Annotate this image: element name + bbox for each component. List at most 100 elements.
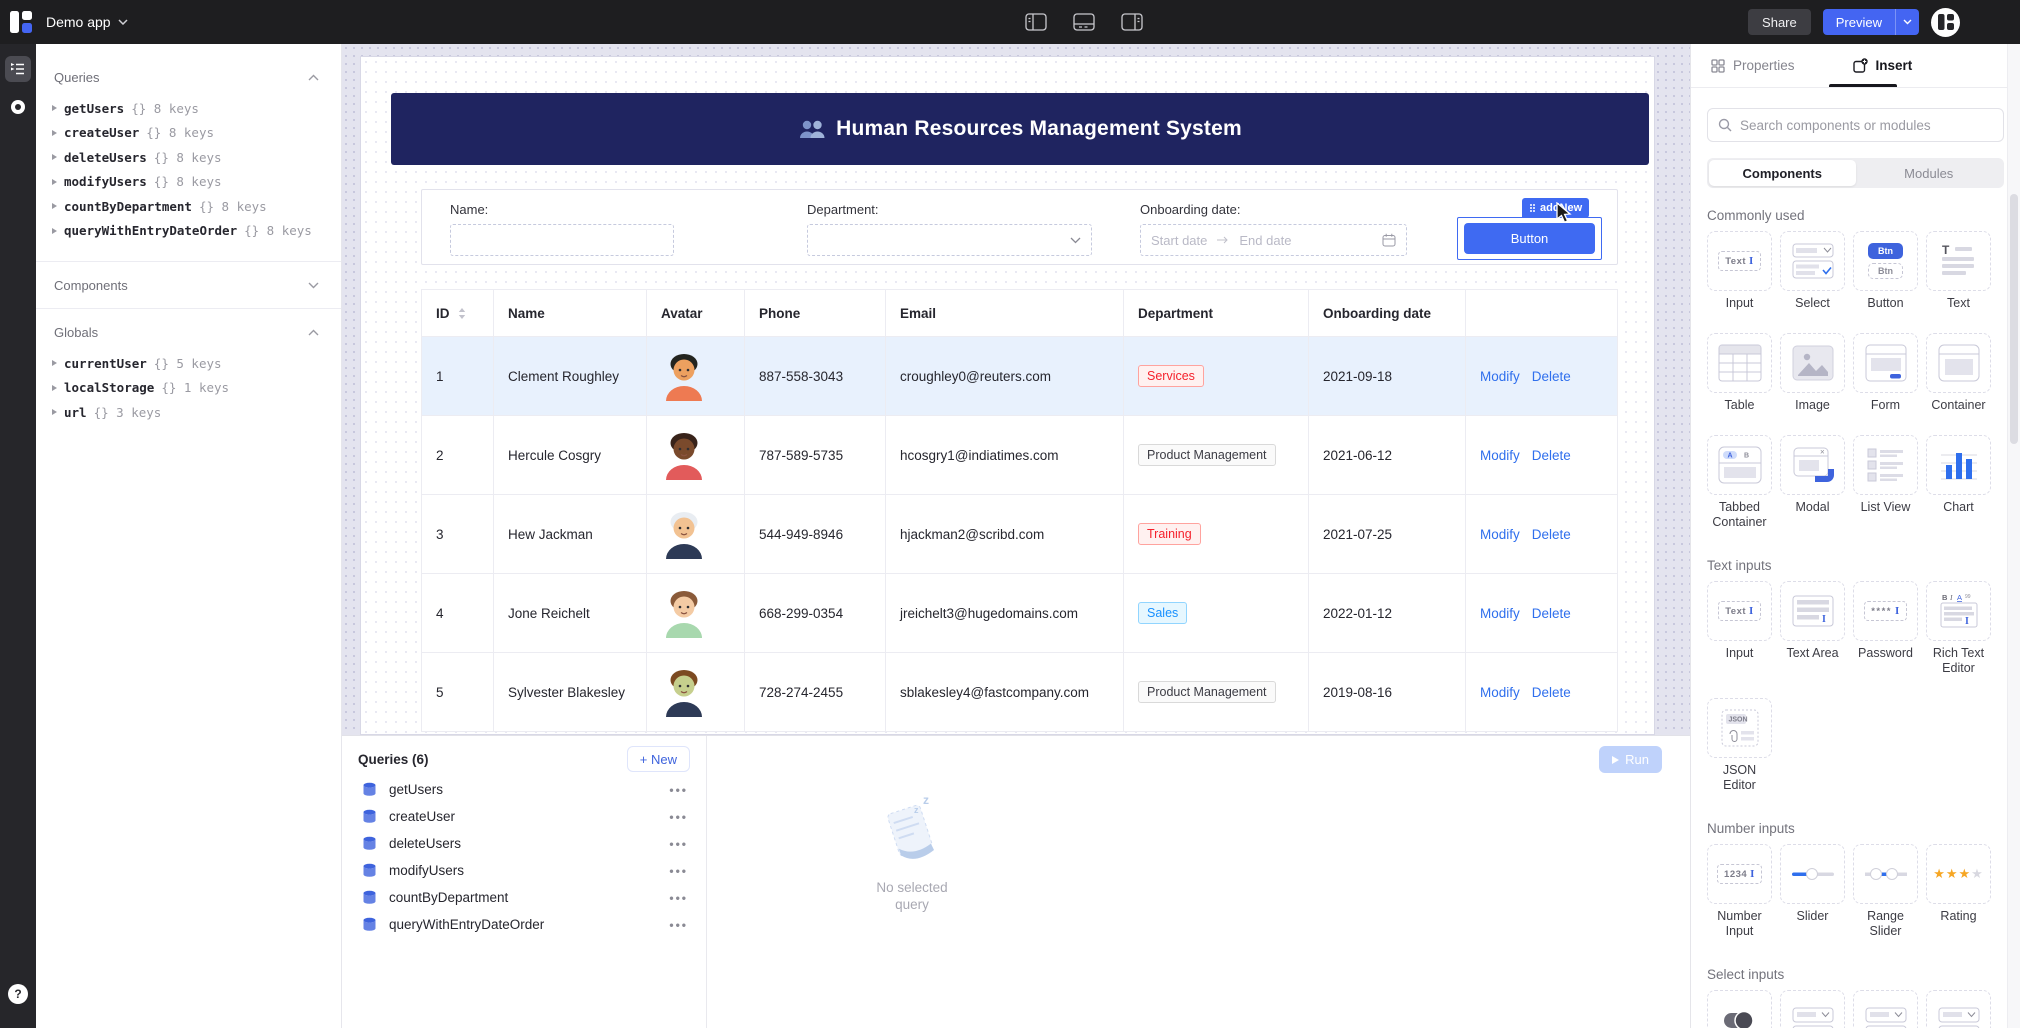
modify-link[interactable]: Modify — [1480, 606, 1520, 621]
table-row[interactable]: 5Sylvester Blakesley728-274-2455sblakesl… — [422, 653, 1618, 732]
table-header-cell[interactable]: Department — [1124, 290, 1309, 337]
inspector-node[interactable]: currentUser{} 5 keys — [52, 351, 341, 376]
expand-caret-icon[interactable] — [52, 409, 57, 415]
inspector-node[interactable]: queryWithEntryDateOrder{} 8 keys — [52, 219, 341, 244]
modify-link[interactable]: Modify — [1480, 527, 1520, 542]
component-card-slider[interactable]: Slider — [1780, 844, 1845, 939]
canvas-area[interactable]: Human Resources Management System Name: … — [342, 44, 1690, 735]
component-search-input[interactable] — [1740, 118, 1993, 133]
component-card-dropdown-icon[interactable] — [1853, 990, 1918, 1028]
delete-link[interactable]: Delete — [1532, 369, 1571, 384]
query-list-item[interactable]: getUsers••• — [342, 776, 706, 803]
preview-button[interactable]: Preview — [1823, 9, 1919, 35]
help-icon[interactable]: ? — [8, 984, 28, 1004]
add-new-button[interactable]: Button — [1464, 223, 1595, 254]
table-row[interactable]: 4Jone Reichelt668-299-0354jreichelt3@hug… — [422, 574, 1618, 653]
delete-link[interactable]: Delete — [1532, 685, 1571, 700]
query-menu-icon[interactable]: ••• — [669, 918, 688, 932]
component-card-chart[interactable]: Chart — [1926, 435, 1991, 530]
delete-link[interactable]: Delete — [1532, 527, 1571, 542]
table-header-cell[interactable]: Onboarding date — [1309, 290, 1466, 337]
query-list-item[interactable]: deleteUsers••• — [342, 830, 706, 857]
date-range-picker[interactable]: Start date End date — [1140, 224, 1407, 256]
name-filter-input[interactable] — [450, 224, 674, 256]
component-card-range-slider[interactable]: Range Slider — [1853, 844, 1918, 939]
modify-link[interactable]: Modify — [1480, 369, 1520, 384]
component-card-toggle-icon[interactable] — [1707, 990, 1772, 1028]
component-search[interactable] — [1707, 108, 2004, 142]
modify-link[interactable]: Modify — [1480, 448, 1520, 463]
expand-caret-icon[interactable] — [52, 154, 57, 160]
scrollbar-thumb[interactable] — [2010, 194, 2018, 444]
query-menu-icon[interactable]: ••• — [669, 810, 688, 824]
component-card-image[interactable]: Image — [1780, 333, 1845, 413]
component-card-dropdown-icon[interactable] — [1780, 990, 1845, 1028]
sort-icon[interactable] — [458, 308, 466, 319]
query-menu-icon[interactable]: ••• — [669, 864, 688, 878]
table-header-cell[interactable]: Name — [494, 290, 647, 337]
expand-caret-icon[interactable] — [52, 179, 57, 185]
component-card-form[interactable]: Form — [1853, 333, 1918, 413]
inspector-node[interactable]: getUsers{} 8 keys — [52, 96, 341, 121]
department-filter-select[interactable] — [807, 224, 1092, 256]
component-card-table[interactable]: Table — [1707, 333, 1772, 413]
tab-properties[interactable]: Properties — [1711, 58, 1795, 73]
component-card-text-area[interactable]: IText Area — [1780, 581, 1845, 676]
right-panel-scrollbar[interactable] — [2007, 44, 2020, 1028]
component-card-rating[interactable]: ★★★★Rating — [1926, 844, 1991, 939]
table-row[interactable]: 3Hew Jackman544-949-8946hjackman2@scribd… — [422, 495, 1618, 574]
inspector-rail-icon[interactable] — [5, 56, 31, 82]
page-title-widget[interactable]: Human Resources Management System — [391, 93, 1649, 165]
component-card-text[interactable]: TText — [1926, 231, 1991, 311]
expand-caret-icon[interactable] — [52, 360, 57, 366]
expand-caret-icon[interactable] — [52, 130, 57, 136]
table-header-cell[interactable] — [1466, 290, 1618, 337]
component-card-button[interactable]: BtnBtnButton — [1853, 231, 1918, 311]
query-list-item[interactable]: queryWithEntryDateOrder••• — [342, 911, 706, 938]
component-card-dropdown-icon[interactable] — [1926, 990, 1991, 1028]
component-card-input[interactable]: TextIInput — [1707, 231, 1772, 311]
component-card-number-input[interactable]: 1234INumber Input — [1707, 844, 1772, 939]
query-list-item[interactable]: countByDepartment••• — [342, 884, 706, 911]
component-card-container[interactable]: Container — [1926, 333, 1991, 413]
users-table[interactable]: IDNameAvatarPhoneEmailDepartmentOnboardi… — [421, 289, 1618, 732]
inspector-node[interactable]: createUser{} 8 keys — [52, 121, 341, 146]
new-query-button[interactable]: + New — [627, 746, 690, 772]
expand-caret-icon[interactable] — [52, 228, 57, 234]
component-card-tabbed-container[interactable]: ABTabbed Container — [1707, 435, 1772, 530]
component-card-modal[interactable]: ×Modal — [1780, 435, 1845, 530]
component-card-rich-text-editor[interactable]: BIA99IRich Text Editor — [1926, 581, 1991, 676]
share-button[interactable]: Share — [1748, 9, 1811, 35]
delete-link[interactable]: Delete — [1532, 606, 1571, 621]
inspector-node[interactable]: countByDepartment{} 8 keys — [52, 194, 341, 219]
table-row[interactable]: 2Hercule Cosgry787-589-5735hcosgry1@indi… — [422, 416, 1618, 495]
app-page[interactable]: Human Resources Management System Name: … — [360, 56, 1655, 735]
toggle-left-panel-icon[interactable] — [1025, 13, 1047, 31]
query-list-item[interactable]: modifyUsers••• — [342, 857, 706, 884]
run-query-button[interactable]: Run — [1599, 746, 1662, 773]
query-menu-icon[interactable]: ••• — [669, 837, 688, 851]
app-name-menu[interactable]: Demo app — [46, 14, 128, 30]
component-card-input[interactable]: TextIInput — [1707, 581, 1772, 676]
toggle-bottom-panel-icon[interactable] — [1073, 13, 1095, 31]
query-menu-icon[interactable]: ••• — [669, 783, 688, 797]
app-logo-icon[interactable] — [10, 11, 32, 33]
expand-caret-icon[interactable] — [52, 203, 57, 209]
table-header-cell[interactable]: Email — [886, 290, 1124, 337]
table-header-cell[interactable]: Avatar — [647, 290, 745, 337]
inspector-node[interactable]: localStorage{} 1 keys — [52, 376, 341, 401]
table-header-cell[interactable]: ID — [422, 290, 494, 337]
tab-insert[interactable]: Insert — [1853, 58, 1913, 73]
component-card-password[interactable]: ****IPassword — [1853, 581, 1918, 676]
expand-caret-icon[interactable] — [52, 385, 57, 391]
table-header-cell[interactable]: Phone — [745, 290, 886, 337]
components-section-header[interactable]: Components — [36, 270, 341, 300]
globals-section-header[interactable]: Globals — [36, 317, 341, 347]
component-card-select[interactable]: Select — [1780, 231, 1845, 311]
modify-link[interactable]: Modify — [1480, 685, 1520, 700]
table-row[interactable]: 1Clement Roughley887-558-3043croughley0@… — [422, 337, 1618, 416]
inspector-node[interactable]: url{} 3 keys — [52, 400, 341, 425]
inspector-node[interactable]: deleteUsers{} 8 keys — [52, 145, 341, 170]
debugger-rail-icon[interactable] — [5, 94, 31, 120]
query-menu-icon[interactable]: ••• — [669, 891, 688, 905]
